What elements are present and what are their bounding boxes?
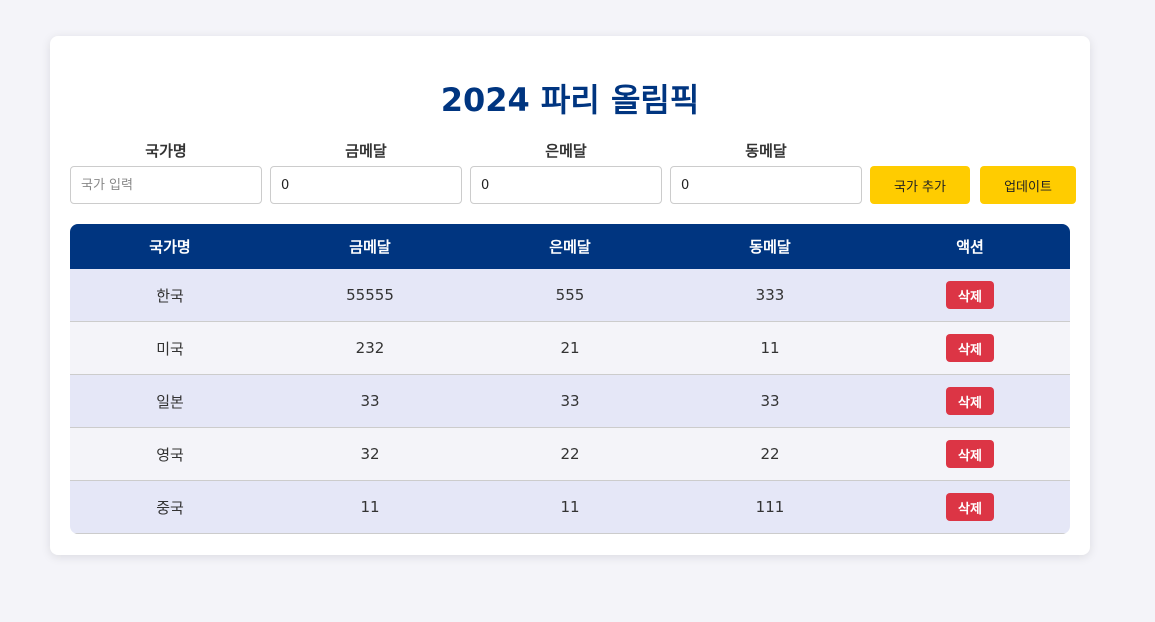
table-header: 국가명 금메달 은메달 동메달 액션 [70, 224, 1070, 269]
page-title: 2024 파리 올림픽 [440, 81, 700, 119]
header-silver: 은메달 [549, 238, 591, 256]
cell-bronze: 111 [670, 480, 870, 534]
silver-label: 은메달 [545, 142, 587, 160]
cell-gold: 232 [270, 321, 470, 375]
silver-field-group: 은메달 [470, 140, 662, 204]
silver-input[interactable] [470, 166, 662, 204]
table-row: 일본 33 33 33 삭제 [70, 374, 1070, 428]
country-field-group: 국가명 [70, 140, 262, 204]
add-country-button[interactable]: 국가 추가 [870, 166, 970, 204]
table-row: 한국 55555 555 333 삭제 [70, 269, 1070, 322]
table-row: 영국 32 22 22 삭제 [70, 427, 1070, 481]
table-row: 미국 232 21 11 삭제 [70, 321, 1070, 375]
medal-table-container: 국가명 금메달 은메달 동메달 액션 한국 55555 555 333 삭제 미… [70, 224, 1070, 534]
cell-gold: 11 [270, 480, 470, 534]
cell-country: 한국 [70, 269, 270, 322]
cell-bronze: 333 [670, 269, 870, 322]
cell-silver: 33 [470, 374, 670, 428]
delete-button[interactable]: 삭제 [946, 387, 994, 415]
cell-country: 일본 [70, 374, 270, 428]
table-header-row: 국가명 금메달 은메달 동메달 액션 [70, 224, 1070, 269]
cell-bronze: 22 [670, 427, 870, 481]
cell-action: 삭제 [870, 269, 1070, 322]
cell-action: 삭제 [870, 374, 1070, 428]
cell-gold: 32 [270, 427, 470, 481]
cell-silver: 555 [470, 269, 670, 322]
table-body: 한국 55555 555 333 삭제 미국 232 21 11 삭제 일본 3… [70, 269, 1070, 534]
cell-country: 중국 [70, 480, 270, 534]
cell-silver: 21 [470, 321, 670, 375]
cell-bronze: 33 [670, 374, 870, 428]
country-input[interactable] [70, 166, 262, 204]
bronze-field-group: 동메달 [670, 140, 862, 204]
medal-form: 국가명 금메달 은메달 동메달 국가 추가 업데이트 [70, 140, 1080, 210]
bronze-input[interactable] [670, 166, 862, 204]
delete-button[interactable]: 삭제 [946, 334, 994, 362]
gold-field-group: 금메달 [270, 140, 462, 204]
header-gold: 금메달 [349, 238, 391, 256]
table-row: 중국 11 11 111 삭제 [70, 480, 1070, 534]
gold-input[interactable] [270, 166, 462, 204]
header-action: 액션 [956, 238, 984, 256]
cell-action: 삭제 [870, 427, 1070, 481]
cell-country: 영국 [70, 427, 270, 481]
medal-table: 국가명 금메달 은메달 동메달 액션 한국 55555 555 333 삭제 미… [70, 224, 1070, 534]
delete-button[interactable]: 삭제 [946, 493, 994, 521]
header-bronze: 동메달 [749, 238, 791, 256]
delete-button[interactable]: 삭제 [946, 440, 994, 468]
cell-gold: 55555 [270, 269, 470, 322]
cell-action: 삭제 [870, 480, 1070, 534]
main-card: 2024 파리 올림픽 국가명 금메달 은메달 동메달 국가 추가 업데이트 국… [50, 36, 1090, 555]
cell-country: 미국 [70, 321, 270, 375]
cell-action: 삭제 [870, 321, 1070, 375]
delete-button[interactable]: 삭제 [946, 281, 994, 309]
update-button[interactable]: 업데이트 [980, 166, 1076, 204]
cell-silver: 11 [470, 480, 670, 534]
cell-bronze: 11 [670, 321, 870, 375]
header-country: 국가명 [149, 238, 191, 256]
cell-gold: 33 [270, 374, 470, 428]
bronze-label: 동메달 [745, 142, 787, 160]
country-label: 국가명 [145, 142, 187, 160]
gold-label: 금메달 [345, 142, 387, 160]
cell-silver: 22 [470, 427, 670, 481]
